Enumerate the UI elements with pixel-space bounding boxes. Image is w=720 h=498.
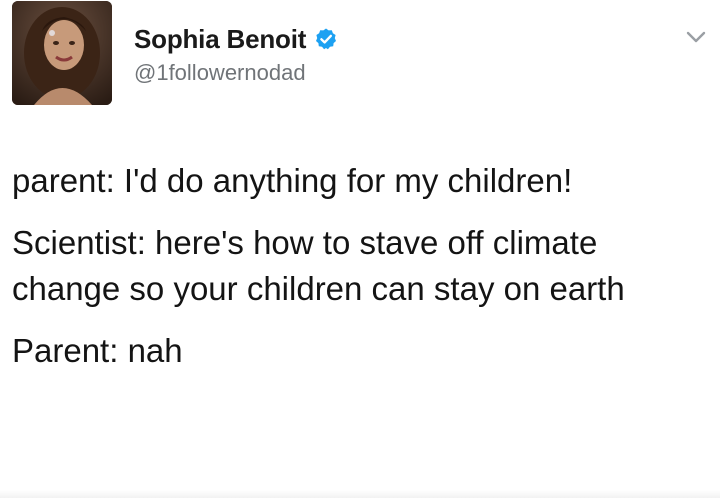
- tweet-body: parent: I'd do anything for my children!…: [12, 158, 712, 390]
- tweet-line: parent: I'd do anything for my children!: [12, 162, 573, 199]
- avatar[interactable]: [12, 1, 112, 105]
- author-handle[interactable]: @1followernodad: [134, 60, 306, 86]
- tweet-line: Parent: nah: [12, 332, 183, 369]
- tweet-card: Sophia Benoit @1followernodad parent: I'…: [0, 0, 720, 498]
- author-name-row: Sophia Benoit: [134, 22, 338, 56]
- chevron-down-icon[interactable]: [684, 28, 708, 46]
- tweet-line: Scientist: here's how to stave off clima…: [12, 224, 625, 307]
- author-display-name[interactable]: Sophia Benoit: [134, 24, 306, 55]
- divider: [0, 490, 720, 498]
- profile-photo: [12, 1, 112, 105]
- verified-badge-icon: [314, 27, 338, 51]
